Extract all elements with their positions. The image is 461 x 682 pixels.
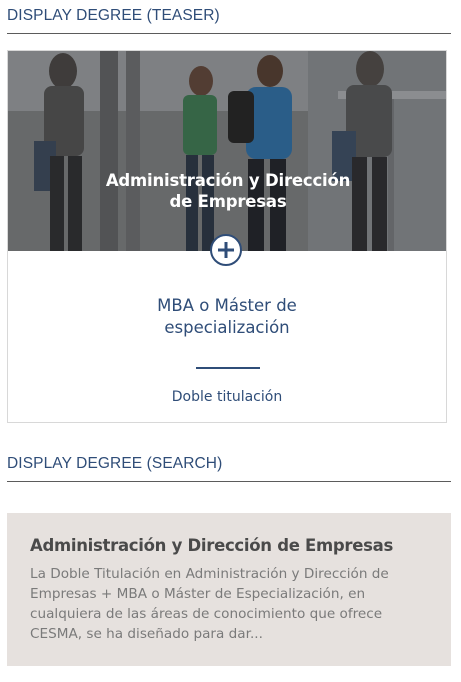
search-result-excerpt: La Doble Titulación en Administración y … — [30, 564, 430, 644]
search-result-title[interactable]: Administración y Dirección de Empresas — [30, 536, 393, 555]
section-heading-teaser: DISPLAY DEGREE (TEASER) — [7, 7, 220, 24]
excerpt-line: La Doble Titulación en Administración y … — [30, 566, 389, 582]
section-divider — [7, 33, 451, 34]
image-overlay — [8, 51, 446, 251]
teaser-second-degree: MBA o Máster de especialización — [8, 295, 446, 339]
double-degree-link[interactable]: Doble titulación — [8, 389, 446, 405]
plus-icon — [218, 242, 234, 258]
degree-teaser-card[interactable]: Administración y Dirección de Empresas M… — [7, 50, 447, 423]
teaser-background-photo: Administración y Dirección de Empresas — [8, 51, 446, 251]
teaser-accent-divider — [196, 367, 260, 369]
excerpt-line: cualquiera de las áreas de conocimiento … — [30, 606, 383, 622]
expand-plus-button[interactable] — [210, 234, 242, 266]
teaser-subtitle-line-2: especialización — [164, 318, 290, 337]
degree-search-result-card[interactable]: Administración y Dirección de Empresas L… — [7, 513, 451, 666]
excerpt-line: CESMA, se ha diseñado para dar... — [30, 626, 263, 642]
section-heading-search: DISPLAY DEGREE (SEARCH) — [7, 455, 223, 472]
excerpt-line: Empresas + MBA o Máster de Especializaci… — [30, 586, 366, 602]
teaser-degree-title[interactable]: Administración y Dirección de Empresas — [78, 170, 378, 212]
teaser-title-line-2: de Empresas — [169, 192, 287, 211]
teaser-title-line-1: Administración y Dirección — [105, 171, 351, 190]
teaser-subtitle-line-1: MBA o Máster de — [157, 296, 297, 315]
section-divider — [7, 481, 451, 482]
